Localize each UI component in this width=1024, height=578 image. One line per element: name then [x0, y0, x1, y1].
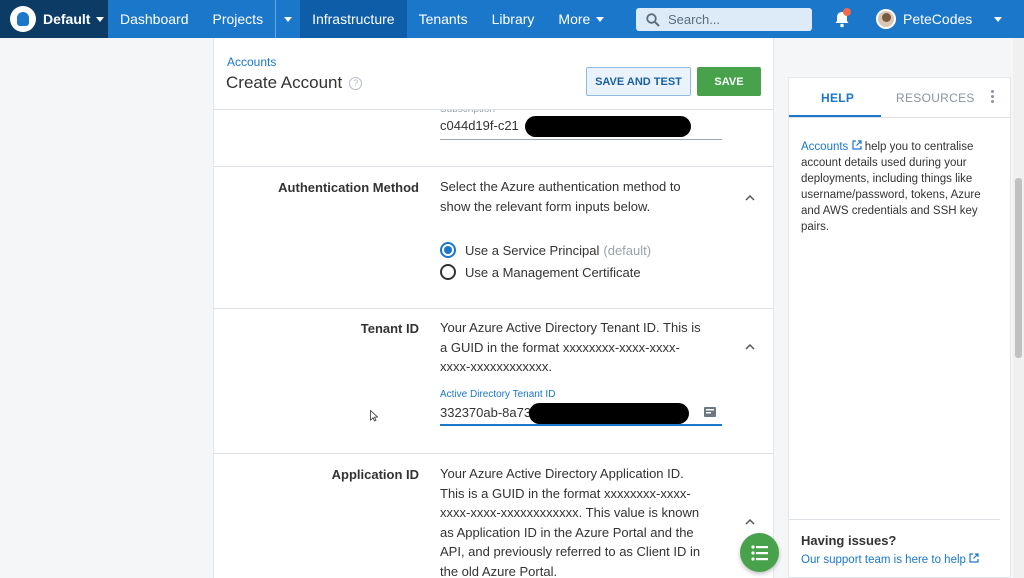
- help-body: help you to centralise account details u…: [801, 141, 981, 233]
- auth-method-label: Authentication Method: [278, 180, 419, 195]
- nav-tenants[interactable]: Tenants: [407, 0, 480, 38]
- avatar: [876, 9, 896, 29]
- tenant-id-field-label: Active Directory Tenant ID: [440, 389, 556, 400]
- external-link-icon: [851, 140, 862, 150]
- top-nav: Default Dashboard Projects Infrastructur…: [0, 0, 1024, 38]
- space-switcher[interactable]: Default: [0, 0, 108, 38]
- application-id-description: Your Azure Active Directory Application …: [440, 466, 701, 578]
- search-input[interactable]: Search...: [636, 8, 812, 31]
- help-text: Accounts help you to centralise account …: [801, 139, 991, 235]
- chevron-up-icon[interactable]: [745, 342, 755, 352]
- redaction-mark: [529, 403, 689, 424]
- chevron-up-icon[interactable]: [745, 517, 755, 527]
- nav-dashboard[interactable]: Dashboard: [108, 0, 201, 38]
- auth-method-description: Select the Azure authentication method t…: [440, 179, 681, 214]
- task-list-fab[interactable]: [740, 533, 779, 572]
- tab-help[interactable]: HELP: [821, 91, 854, 105]
- radio-unselected-icon: [440, 264, 456, 280]
- user-name: PeteCodes: [903, 11, 973, 27]
- chevron-down-icon: [994, 16, 1003, 22]
- application-id-label: Application ID: [331, 467, 419, 482]
- page-title-wrap: Create Account?: [226, 73, 363, 93]
- tenant-id-value: 332370ab-8a73: [440, 405, 532, 420]
- radio-management-certificate[interactable]: Use a Management Certificate: [440, 264, 641, 280]
- nav-library[interactable]: Library: [480, 0, 547, 38]
- chevron-down-icon: [596, 16, 605, 22]
- auth-method-section: Authentication Method Select the Azure a…: [214, 167, 773, 309]
- accounts-help-link[interactable]: Accounts: [801, 141, 848, 153]
- chevron-down-icon: [284, 16, 293, 22]
- list-icon: [750, 544, 768, 561]
- radio-management-certificate-label: Use a Management Certificate: [465, 264, 641, 280]
- page-scrollbar[interactable]: [1013, 38, 1024, 578]
- save-button[interactable]: SAVE: [697, 67, 761, 96]
- breadcrumb[interactable]: Accounts: [227, 55, 276, 69]
- tenant-id-section: Tenant ID Your Azure Active Directory Te…: [214, 309, 773, 454]
- having-issues-title: Having issues?: [801, 533, 897, 548]
- scrollbar-thumb[interactable]: [1015, 178, 1022, 358]
- page-header: Accounts Create Account? SAVE AND TEST S…: [214, 38, 773, 110]
- nav-more[interactable]: More: [546, 0, 616, 38]
- subscription-section: Subscription c044d19f-c21: [214, 104, 773, 167]
- help-question-icon[interactable]: ?: [349, 77, 363, 90]
- mouse-cursor-icon: [370, 410, 378, 422]
- tab-resources[interactable]: RESOURCES: [896, 91, 975, 105]
- support-link[interactable]: Our support team is here to help: [801, 553, 1000, 566]
- having-issues-box: Having issues? Our support team is here …: [789, 519, 1000, 566]
- nav-more-label: More: [558, 11, 591, 27]
- variable-insert-icon[interactable]: [703, 406, 717, 419]
- page-title: Create Account: [226, 73, 343, 92]
- redaction-mark: [525, 116, 691, 137]
- tenant-id-description: Your Azure Active Directory Tenant ID. T…: [440, 320, 701, 374]
- octopus-logo-icon: [10, 6, 36, 32]
- tenant-id-label: Tenant ID: [360, 321, 419, 336]
- help-panel: HELP RESOURCES Accounts help you to cent…: [788, 77, 1011, 578]
- save-and-test-button[interactable]: SAVE AND TEST: [586, 67, 691, 96]
- search-placeholder: Search...: [668, 12, 721, 27]
- more-options-icon[interactable]: [991, 90, 995, 105]
- nav-projects[interactable]: Projects: [201, 0, 276, 38]
- active-tab-indicator: [789, 115, 881, 117]
- radio-service-principal[interactable]: Use a Service Principal (default): [440, 242, 651, 258]
- chevron-up-icon[interactable]: [745, 193, 755, 203]
- chevron-down-icon: [96, 16, 105, 22]
- application-id-section: Application ID Your Azure Active Directo…: [214, 454, 773, 578]
- support-link-text: Our support team is here to help: [801, 554, 966, 566]
- radio-selected-icon: [440, 242, 456, 258]
- external-link-icon: [969, 553, 979, 563]
- space-name: Default: [43, 11, 91, 27]
- search-icon: [646, 12, 660, 27]
- user-menu[interactable]: PeteCodes: [876, 9, 1003, 29]
- main-panel: Accounts Create Account? SAVE AND TEST S…: [213, 38, 774, 578]
- help-tabs: HELP RESOURCES: [789, 78, 1010, 118]
- nav-infrastructure[interactable]: Infrastructure: [300, 0, 407, 38]
- radio-default-note: (default): [603, 242, 652, 258]
- notification-badge: [843, 8, 851, 16]
- radio-service-principal-label: Use a Service Principal: [465, 242, 600, 258]
- projects-dropdown-toggle[interactable]: [276, 0, 300, 38]
- subscription-value: c044d19f-c21: [440, 118, 519, 133]
